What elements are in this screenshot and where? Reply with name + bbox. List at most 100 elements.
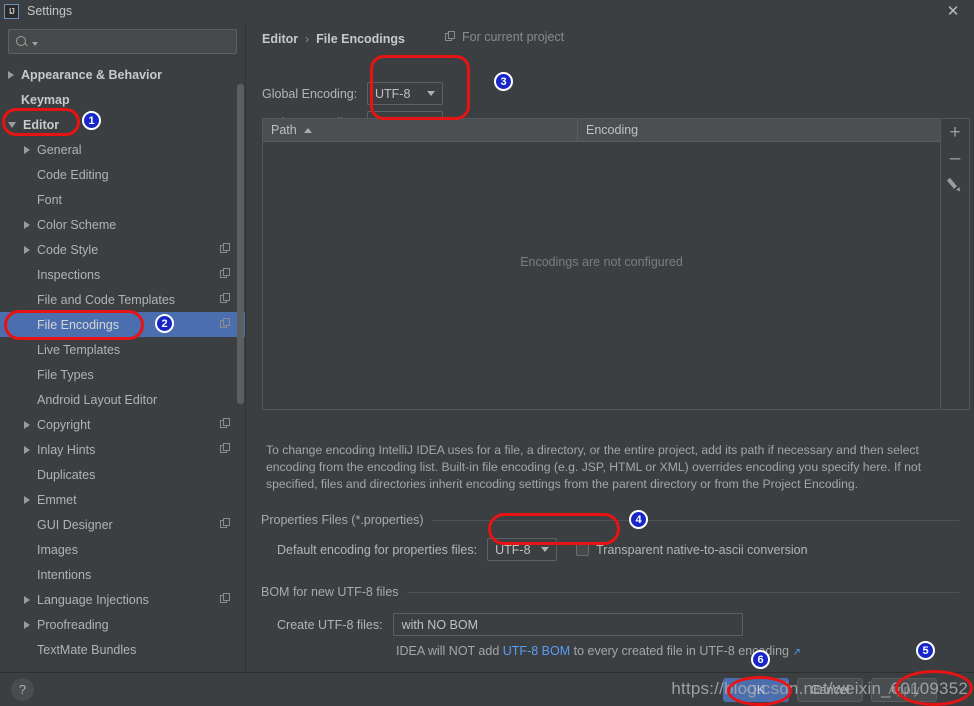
chevron-down-icon bbox=[427, 91, 435, 96]
sidebar-item-code-style[interactable]: Code Style bbox=[0, 237, 245, 262]
chevron-right-icon[interactable] bbox=[24, 420, 30, 429]
sidebar-item-file-and-code-templates[interactable]: File and Code Templates bbox=[0, 287, 245, 312]
group-divider bbox=[431, 519, 959, 521]
sidebar-item-label: Android Layout Editor bbox=[37, 392, 158, 407]
chevron-right-icon[interactable] bbox=[24, 495, 30, 504]
sidebar-item-duplicates[interactable]: Duplicates bbox=[0, 462, 245, 487]
chevron-right-icon[interactable] bbox=[24, 245, 30, 254]
chevron-right-icon[interactable] bbox=[24, 145, 30, 154]
column-header-encoding[interactable]: Encoding bbox=[578, 119, 940, 141]
sidebar-item-label: Proofreading bbox=[37, 617, 109, 632]
sidebar-item-label: Images bbox=[37, 542, 78, 557]
project-scope-icon bbox=[220, 243, 231, 254]
properties-default-encoding-row: Default encoding for properties files: U… bbox=[277, 538, 808, 561]
sidebar-item-appearance-behavior[interactable]: Appearance & Behavior bbox=[0, 62, 245, 87]
project-scope-icon bbox=[220, 293, 231, 304]
sidebar-item-label: Language Injections bbox=[37, 592, 149, 607]
scope-label: For current project bbox=[462, 30, 565, 44]
sidebar-item-label: Font bbox=[37, 192, 63, 207]
sidebar-item-android-layout-editor[interactable]: Android Layout Editor bbox=[0, 387, 245, 412]
breadcrumb-parent[interactable]: Editor bbox=[262, 32, 298, 46]
column-header-encoding-label: Encoding bbox=[586, 123, 639, 137]
close-icon[interactable]: ✕ bbox=[942, 2, 964, 20]
sidebar-item-label: Live Templates bbox=[37, 342, 121, 357]
chevron-down-icon bbox=[541, 547, 550, 552]
chevron-right-icon[interactable] bbox=[24, 620, 30, 629]
project-scope-icon bbox=[445, 31, 457, 43]
sidebar-item-copyright[interactable]: Copyright bbox=[0, 412, 245, 437]
table-empty-message: Encodings are not configured bbox=[520, 255, 683, 269]
sidebar-item-gui-designer[interactable]: GUI Designer bbox=[0, 512, 245, 537]
sidebar-item-language-injections[interactable]: Language Injections bbox=[0, 587, 245, 612]
properties-group-title: Properties Files (*.properties) bbox=[261, 513, 424, 527]
sidebar-item-code-editing[interactable]: Code Editing bbox=[0, 162, 245, 187]
bom-create-row: Create UTF-8 files: with NO BOM bbox=[277, 613, 743, 636]
column-header-path-label: Path bbox=[271, 123, 297, 137]
transparent-native-to-ascii-checkbox[interactable] bbox=[576, 543, 590, 556]
external-link-icon: ↗ bbox=[792, 647, 801, 658]
project-scope-icon bbox=[220, 418, 231, 429]
sidebar-item-file-encodings[interactable]: File Encodings bbox=[0, 312, 245, 337]
bom-create-combo[interactable]: with NO BOM bbox=[392, 613, 743, 636]
sidebar-item-label: GUI Designer bbox=[37, 517, 113, 532]
sidebar-item-emmet[interactable]: Emmet bbox=[0, 487, 245, 512]
sidebar-item-inlay-hints[interactable]: Inlay Hints bbox=[0, 437, 245, 462]
search-input[interactable] bbox=[38, 33, 230, 50]
sidebar-item-proofreading[interactable]: Proofreading bbox=[0, 612, 245, 637]
sidebar-item-label: TextMate Bundles bbox=[37, 642, 137, 657]
sort-ascending-icon bbox=[303, 127, 312, 133]
properties-default-encoding-combo[interactable]: UTF-8 bbox=[487, 538, 558, 561]
search-box[interactable] bbox=[8, 29, 237, 54]
sidebar-item-color-scheme[interactable]: Color Scheme bbox=[0, 212, 245, 237]
project-scope-icon bbox=[220, 318, 231, 329]
transparent-native-to-ascii-label: Transparent native-to-ascii conversion bbox=[596, 542, 808, 557]
sidebar-item-inspections[interactable]: Inspections bbox=[0, 262, 245, 287]
sidebar-item-images[interactable]: Images bbox=[0, 537, 245, 562]
edit-encoding-button[interactable] bbox=[942, 171, 968, 197]
encodings-table: Path Encoding Encodings are not configur… bbox=[262, 118, 941, 410]
sidebar-scrollbar-thumb[interactable] bbox=[237, 84, 244, 404]
breadcrumb-separator: › bbox=[305, 32, 310, 46]
sidebar-item-label: Intentions bbox=[37, 567, 92, 582]
sidebar-item-keymap[interactable]: Keymap bbox=[0, 87, 245, 112]
bom-note-suffix: to every created file in UTF-8 encoding bbox=[570, 644, 793, 658]
sidebar-item-label: Copyright bbox=[37, 417, 91, 432]
help-button[interactable]: ? bbox=[11, 678, 34, 701]
chevron-right-icon[interactable] bbox=[24, 220, 30, 229]
properties-default-encoding-label: Default encoding for properties files: bbox=[277, 542, 478, 557]
sidebar-item-intentions[interactable]: Intentions bbox=[0, 562, 245, 587]
chevron-right-icon[interactable] bbox=[8, 70, 14, 79]
bom-note: IDEA will NOT add UTF-8 BOM to every cre… bbox=[396, 644, 801, 658]
sidebar-item-textmate-bundles[interactable]: TextMate Bundles bbox=[0, 637, 245, 662]
ok-button[interactable]: OK bbox=[723, 678, 789, 702]
global-encoding-combo[interactable]: UTF-8 bbox=[367, 82, 443, 105]
sidebar-item-label: Appearance & Behavior bbox=[21, 67, 163, 82]
group-divider bbox=[406, 591, 959, 593]
sidebar-item-file-types[interactable]: File Types bbox=[0, 362, 245, 387]
sidebar-item-label: File Encodings bbox=[37, 317, 119, 332]
sidebar-item-editor[interactable]: Editor bbox=[0, 112, 245, 137]
utf8-bom-link[interactable]: UTF-8 BOM bbox=[503, 644, 570, 658]
bom-group-title: BOM for new UTF-8 files bbox=[261, 585, 399, 599]
apply-button[interactable]: Apply bbox=[871, 678, 937, 702]
cancel-button[interactable]: Cancel bbox=[797, 678, 863, 702]
intellij-idea-icon: IJ bbox=[4, 3, 19, 19]
sidebar-item-label: Editor bbox=[23, 117, 60, 132]
sidebar-item-font[interactable]: Font bbox=[0, 187, 245, 212]
chevron-right-icon[interactable] bbox=[24, 595, 30, 604]
sidebar-item-label: Duplicates bbox=[37, 467, 96, 482]
bom-group-header: BOM for new UTF-8 files bbox=[261, 585, 959, 599]
chevron-right-icon[interactable] bbox=[24, 445, 30, 454]
project-scope-icon bbox=[220, 443, 231, 454]
column-header-path[interactable]: Path bbox=[263, 119, 578, 141]
sidebar-item-label: File and Code Templates bbox=[37, 292, 176, 307]
sidebar-item-live-templates[interactable]: Live Templates bbox=[0, 337, 245, 362]
table-header: Path Encoding bbox=[263, 119, 940, 142]
search-icon bbox=[15, 35, 29, 49]
bom-create-label: Create UTF-8 files: bbox=[277, 617, 383, 632]
sidebar-item-label: Inlay Hints bbox=[37, 442, 96, 457]
chevron-down-icon[interactable] bbox=[8, 121, 16, 128]
add-encoding-button[interactable]: + bbox=[942, 119, 968, 145]
sidebar-item-general[interactable]: General bbox=[0, 137, 245, 162]
remove-encoding-button[interactable]: – bbox=[942, 145, 968, 171]
